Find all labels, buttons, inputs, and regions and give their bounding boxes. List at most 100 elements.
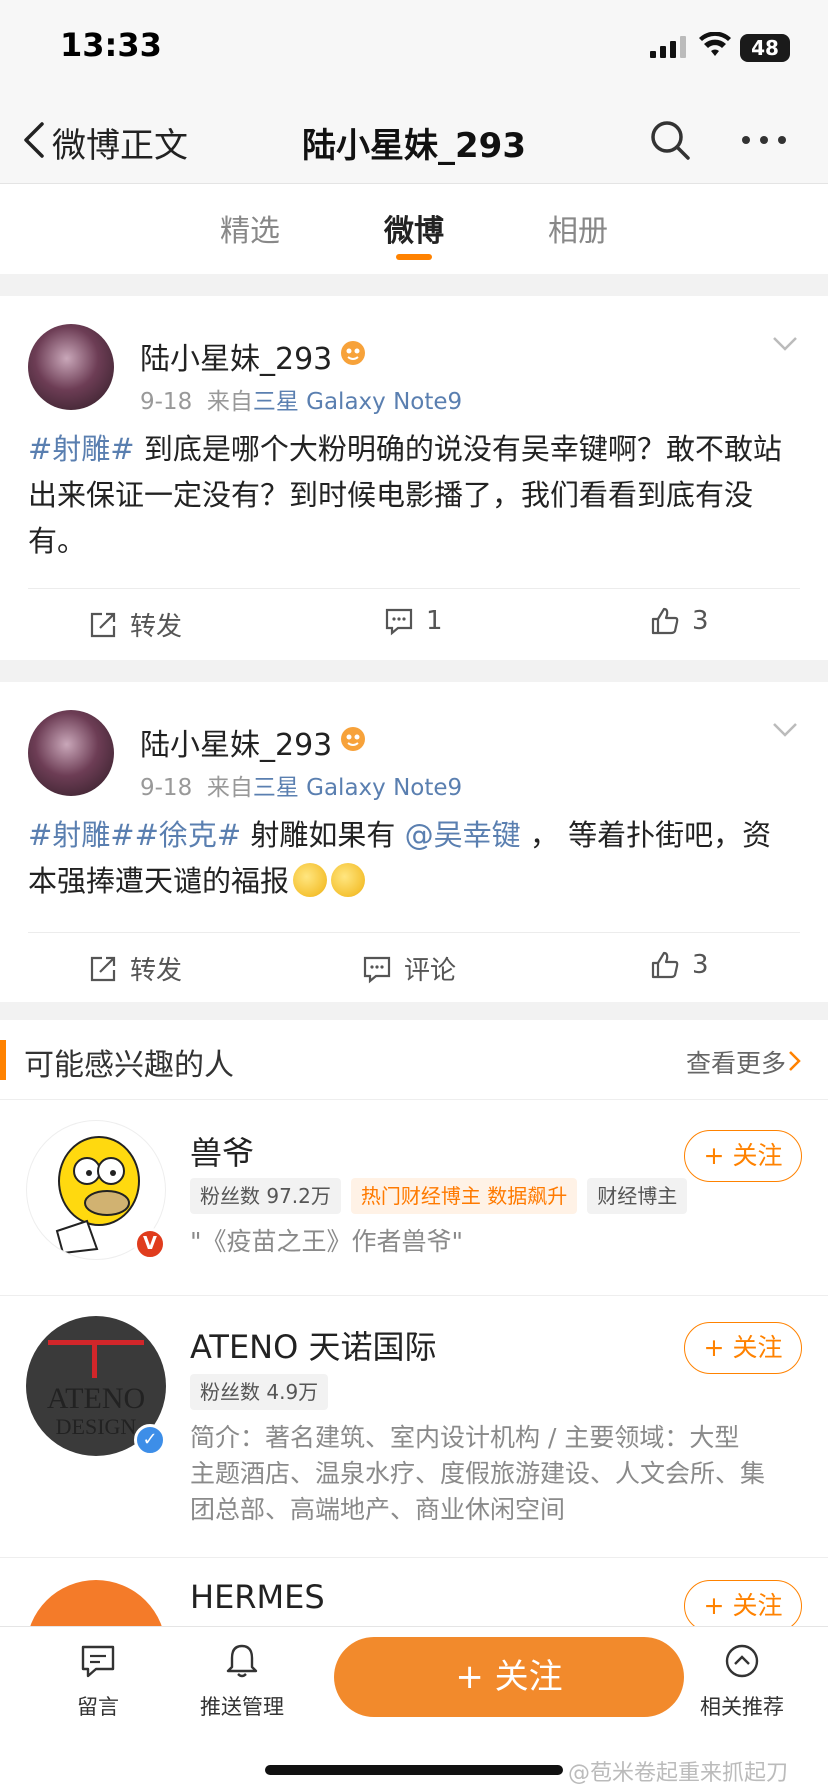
status-time: 13:33 [60,26,162,64]
push-settings-button[interactable]: 推送管理 [182,1641,302,1721]
more-icon[interactable] [740,134,788,146]
comment-button[interactable]: 评论 [362,950,456,987]
tab-active-indicator [396,254,432,260]
status-bar: 13:33 48 [0,0,828,100]
post-source-prefix: 来自 [206,389,253,415]
thumbs-up-icon [651,607,679,635]
comment-icon [363,956,391,983]
bottom-action-bar: 留言 推送管理 + 关注 相关推荐 @苞米卷起重来抓起刀 [0,1626,828,1792]
post-source[interactable]: 三星 Galaxy Note9 [253,389,462,415]
repost-icon [90,956,116,981]
topic-tag[interactable]: #射雕# [28,818,135,852]
follow-button[interactable]: + 关注 [684,1130,802,1182]
recommend-user-card[interactable]: V 兽爷 + 关注 粉丝数 97.2万 热门财经博主 数据飙升 财经博主 "《疫… [0,1100,828,1296]
recommend-user-card[interactable]: ATENO DESIGN ✓ ATENO 天诺国际 + 关注 粉丝数 4.9万 … [0,1296,828,1558]
repost-icon [90,612,116,637]
see-more-link[interactable]: 查看更多 [686,1044,786,1080]
post-card[interactable]: 陆小星妹_293 9-18 来自三星 Galaxy Note9 #射雕# 到底是… [0,296,828,660]
search-icon[interactable] [648,118,692,162]
follow-button[interactable]: + 关注 [684,1322,802,1374]
post-source[interactable]: 三星 Galaxy Note9 [253,775,462,801]
post-body: 到底是哪个大粉明确的说没有吴幸键啊？敢不敢站出来保证一定没有？到时候电影播了，我… [28,432,782,558]
like-button[interactable]: 3 [650,950,709,980]
post-date: 9-18 [140,775,193,801]
main-follow-button[interactable]: + 关注 [334,1637,684,1717]
comment-icon [385,608,413,636]
recommend-header: 可能感兴趣的人 查看更多 [0,1020,828,1100]
comment-label: 评论 [404,956,457,986]
page-title: 陆小星妹_293 [302,126,526,166]
watermark: @苞米卷起重来抓起刀 [568,1761,789,1786]
like-button[interactable]: 3 [650,606,709,636]
related-label: 相关推荐 [700,1695,784,1719]
post-card[interactable]: 陆小星妹_293 9-18 来自三星 Galaxy Note9 #射雕##徐克#… [0,682,828,1002]
wifi-icon [699,32,731,56]
thinking-emoji-icon [293,863,328,897]
home-indicator [265,1765,563,1775]
user-name[interactable]: ATENO 天诺国际 [190,1322,436,1368]
post-meta: 9-18 来自三星 Galaxy Note9 [140,768,462,802]
divider [28,588,800,589]
comment-count: 1 [426,606,443,636]
thumbs-up-icon [651,951,679,979]
fans-count-chip: 粉丝数 97.2万 [190,1178,341,1214]
post-date: 9-18 [140,389,193,415]
category-chip: 财经博主 [587,1178,688,1214]
user-desc: "《疫苗之王》作者兽爷" [190,1227,463,1256]
tab-featured[interactable]: 精选 [190,206,310,250]
post-meta: 9-18 来自三星 Galaxy Note9 [140,382,462,416]
recommend-title: 可能感兴趣的人 [24,1048,234,1083]
topic-tag[interactable]: #射雕# [28,432,135,466]
post-username[interactable]: 陆小星妹_293 [140,720,332,764]
tab-weibo[interactable]: 微博 [354,206,474,250]
verified-badge-icon: V [134,1228,166,1260]
avatar[interactable] [28,324,114,410]
repost-label: 转发 [130,956,183,986]
post-username[interactable]: 陆小星妹_293 [140,334,332,378]
post-text: #射雕# 到底是哪个大粉明确的说没有吴幸键啊？敢不敢站出来保证一定没有？到时候电… [28,426,800,564]
profile-tabs: 精选 微博 相册 [0,184,828,274]
user-name[interactable]: HERMES [190,1578,325,1616]
like-count: 3 [692,606,709,636]
chevron-down-icon[interactable] [772,722,798,738]
vip-badge-icon [341,341,365,365]
push-label: 推送管理 [200,1695,284,1719]
user-chips: 粉丝数 97.2万 热门财经博主 数据飙升 财经博主 [190,1178,688,1214]
message-button[interactable]: 留言 [38,1641,158,1721]
hot-blogger-chip: 热门财经博主 数据飙升 [350,1178,578,1214]
repost-button[interactable]: 转发 [88,606,182,643]
topic-tag[interactable]: #徐克# [135,818,242,852]
repost-button[interactable]: 转发 [88,950,182,987]
section-accent-bar [0,1040,6,1080]
message-icon [81,1645,115,1678]
repost-label: 转发 [130,612,183,642]
divider [28,932,800,933]
post-text: #射雕##徐克# 射雕如果有 @吴幸键 ， 等着扑街吧，资本强捧遭天谴的福报 [28,812,800,904]
vip-badge-icon [341,727,365,751]
related-icon [725,1644,759,1678]
svg-text:ATENO: ATENO [47,1382,145,1415]
chevron-right-icon[interactable] [788,1050,802,1072]
post-body: 射雕如果有 [241,818,405,852]
fans-count-chip: 粉丝数 4.9万 [190,1374,329,1410]
like-count: 3 [692,950,709,980]
user-desc: 简介：著名建筑、室内设计机构 / 主要领域：大型 [190,1423,740,1452]
message-label: 留言 [77,1695,119,1719]
bell-icon [226,1644,258,1678]
verified-badge-icon: ✓ [134,1424,166,1456]
tab-album[interactable]: 相册 [518,206,638,250]
avatar[interactable] [28,710,114,796]
post-source-prefix: 来自 [206,775,253,801]
user-desc: 主题酒店、温泉水疗、度假旅游建设、人文会所、集 [190,1459,766,1488]
user-chips: 粉丝数 4.9万 [190,1374,329,1410]
thinking-emoji-icon [331,863,366,897]
related-button[interactable]: 相关推荐 [682,1641,802,1721]
chevron-down-icon[interactable] [772,336,798,352]
battery-icon: 48 [740,34,790,62]
comment-button[interactable]: 1 [384,606,443,636]
follow-button[interactable]: + 关注 [684,1580,802,1632]
user-name[interactable]: 兽爷 [190,1128,254,1174]
mention-link[interactable]: @吴幸键 [405,818,521,852]
user-desc: 团总部、高端地产、商业休闲空间 [190,1495,566,1524]
top-nav: 微博正文 陆小星妹_293 [0,100,828,184]
